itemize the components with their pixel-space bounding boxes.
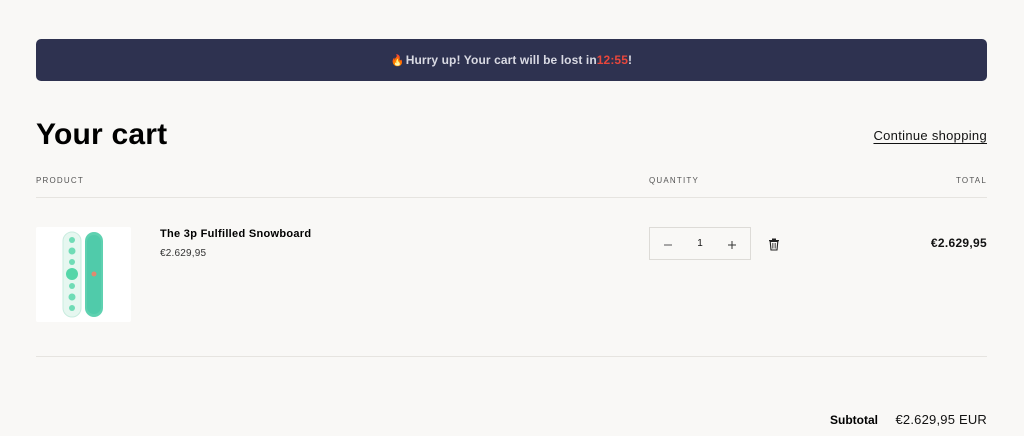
- subtotal-label: Subtotal: [830, 413, 878, 427]
- column-header-total: TOTAL: [955, 176, 987, 185]
- column-header-quantity: QUANTITY: [649, 176, 700, 185]
- fire-icon: 🔥: [390, 54, 405, 67]
- page-title: Your cart: [36, 118, 168, 151]
- countdown-timer: 12:55: [596, 53, 628, 67]
- trash-icon: [769, 238, 779, 251]
- product-image[interactable]: [36, 227, 131, 322]
- decrease-quantity-button[interactable]: [660, 236, 676, 252]
- column-header-product: PRODUCT: [36, 176, 84, 185]
- quantity-stepper: 1: [649, 227, 751, 260]
- continue-shopping-link[interactable]: Continue shopping: [873, 128, 987, 143]
- quantity-input[interactable]: 1: [697, 238, 703, 249]
- remove-item-button[interactable]: [768, 238, 780, 251]
- divider: [36, 356, 987, 357]
- increase-quantity-button[interactable]: [724, 236, 740, 252]
- plus-icon: [728, 240, 736, 249]
- minus-icon: [664, 244, 672, 245]
- subtotal-value: €2.629,95 EUR: [895, 412, 987, 427]
- product-price: €2.629,95: [160, 248, 207, 259]
- product-name[interactable]: The 3p Fulfilled Snowboard: [160, 228, 311, 240]
- banner-text-prefix: Hurry up! Your cart will be lost in: [405, 53, 597, 67]
- divider: [36, 197, 987, 198]
- line-item-total: €2.629,95: [930, 236, 987, 250]
- banner-text-suffix: !: [627, 53, 633, 67]
- cart-timer-banner: 🔥 Hurry up! Your cart will be lost in 12…: [36, 39, 987, 81]
